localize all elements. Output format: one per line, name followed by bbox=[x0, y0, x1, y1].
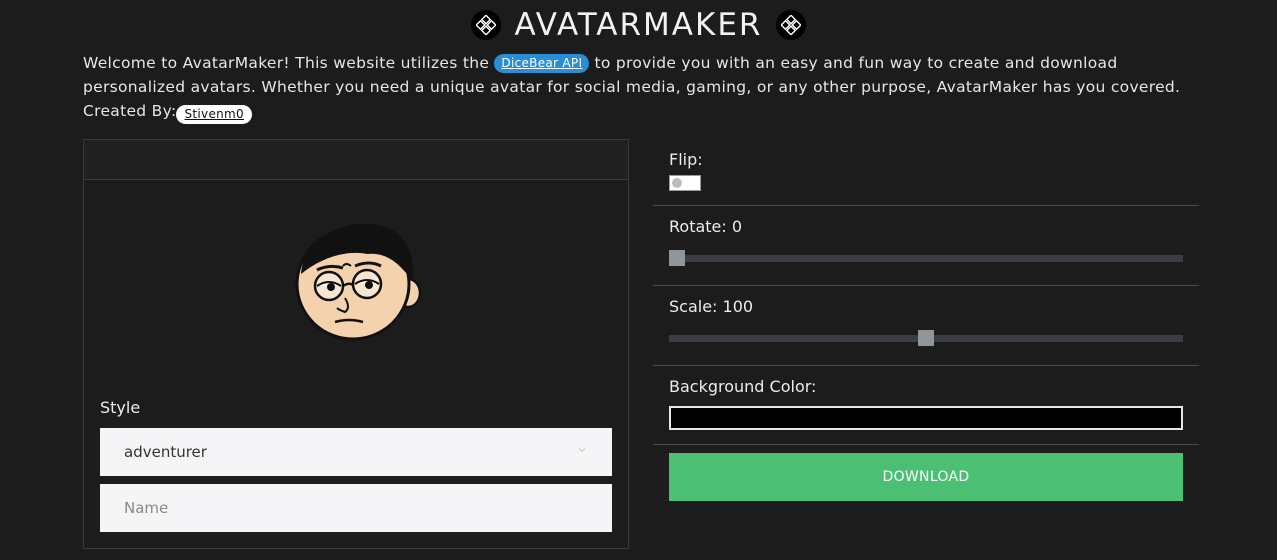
style-select-value: adventurer bbox=[124, 443, 207, 461]
flip-label: Flip: bbox=[669, 150, 703, 169]
download-button[interactable]: DOWNLOAD bbox=[669, 453, 1183, 501]
scale-slider-thumb[interactable] bbox=[918, 330, 934, 346]
flip-section: Flip: bbox=[653, 139, 1199, 206]
style-select[interactable]: adventurer bbox=[100, 428, 612, 476]
name-input[interactable] bbox=[100, 484, 612, 532]
dice-logo-icon bbox=[470, 10, 501, 40]
intro-text: Welcome to AvatarMaker! This website uti… bbox=[83, 51, 1193, 124]
toggle-knob bbox=[672, 178, 682, 188]
avatar-preview-card: Style adventurer bbox=[83, 139, 629, 549]
dice-logo-icon bbox=[776, 10, 807, 40]
avatar-image bbox=[295, 223, 422, 341]
chevron-down-icon bbox=[578, 448, 586, 453]
rotate-slider-thumb[interactable] bbox=[669, 250, 685, 266]
created-by-label: Created By: bbox=[83, 102, 177, 120]
rotate-slider[interactable] bbox=[669, 250, 1183, 266]
card-header bbox=[84, 140, 628, 180]
scale-section: Scale: 100 bbox=[653, 286, 1199, 366]
author-link[interactable]: Stivenm0 bbox=[176, 105, 252, 124]
rotate-section: Rotate: 0 bbox=[653, 206, 1199, 286]
avatar-controls-panel: Flip: Rotate: 0 Scale: 100 Background Co… bbox=[653, 139, 1199, 501]
dicebear-api-link[interactable]: DiceBear API bbox=[494, 54, 590, 73]
scale-slider[interactable] bbox=[669, 330, 1183, 346]
scale-label: Scale: 100 bbox=[669, 297, 754, 316]
rotate-label: Rotate: 0 bbox=[669, 217, 743, 236]
background-color-label: Background Color: bbox=[669, 377, 817, 396]
flip-toggle[interactable] bbox=[669, 175, 701, 191]
style-label: Style bbox=[100, 398, 141, 417]
intro-text-start: Welcome to AvatarMaker! This website uti… bbox=[83, 54, 495, 72]
app-header: AVATARMAKER bbox=[0, 4, 1277, 46]
background-color-picker[interactable] bbox=[669, 406, 1183, 430]
page-title: AVATARMAKER bbox=[514, 7, 763, 43]
